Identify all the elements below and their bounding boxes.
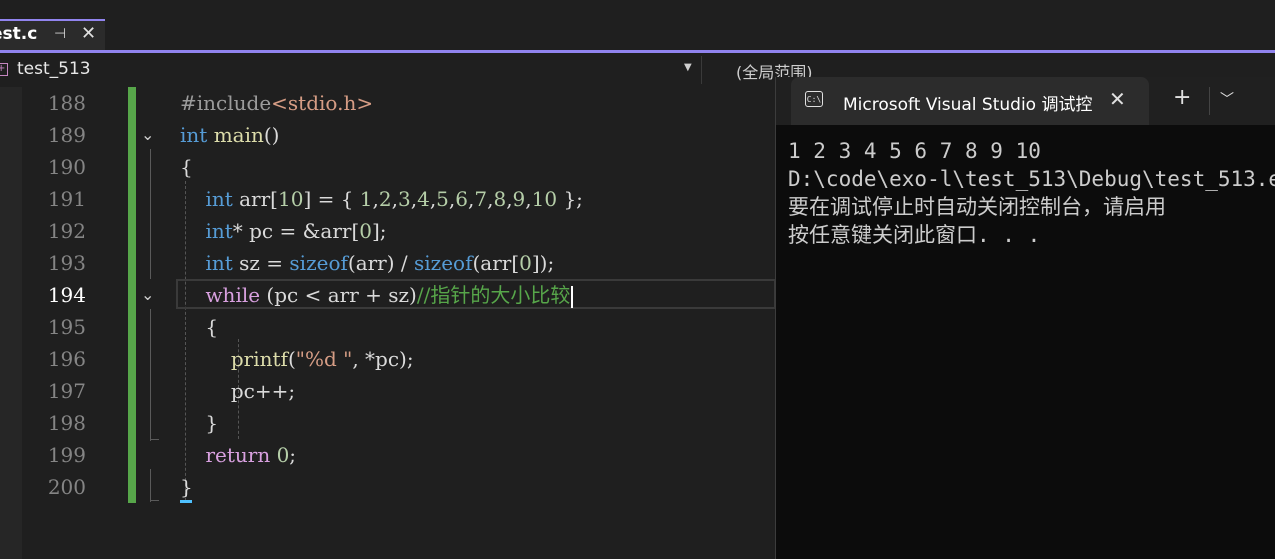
line-number: 195 bbox=[47, 315, 86, 339]
text-caret bbox=[571, 285, 574, 308]
console-line: D:\code\exo-l\test_513\Debug\test_513.ex… bbox=[788, 167, 1275, 191]
close-icon[interactable]: ✕ bbox=[1109, 87, 1126, 111]
console-line: 1 2 3 4 5 6 7 8 9 10 bbox=[788, 139, 1041, 163]
fold-line bbox=[150, 469, 151, 501]
terminal-icon: C:\ bbox=[805, 91, 823, 107]
change-tracking-bar bbox=[128, 87, 136, 503]
fold-end bbox=[150, 439, 159, 441]
line-number: 193 bbox=[47, 251, 86, 275]
line-number-current: 194 bbox=[47, 283, 86, 307]
new-tab-plus-icon[interactable]: + bbox=[1173, 85, 1191, 110]
console-output: 1 2 3 4 5 6 7 8 9 10 D:\code\exo-l\test_5… bbox=[788, 137, 1275, 249]
line-number: 191 bbox=[47, 187, 86, 211]
line-number: 190 bbox=[47, 155, 86, 179]
document-tab[interactable]: est.c ⊣ ✕ bbox=[0, 19, 105, 50]
code-line: } bbox=[180, 475, 193, 499]
console-line: 要在调试停止时自动关闭控制台，请启用 bbox=[788, 195, 1166, 219]
line-number: 196 bbox=[47, 347, 86, 371]
line-number: 192 bbox=[47, 219, 86, 243]
console-title: Microsoft Visual Studio 调试控制台 bbox=[843, 95, 1093, 115]
brace-match-underline bbox=[180, 500, 192, 503]
line-number: 197 bbox=[47, 379, 86, 403]
line-number: 198 bbox=[47, 411, 86, 435]
editor-margin bbox=[0, 87, 22, 559]
code-line: int arr[10] = { 1,2,3,4,5,6,7,8,9,10 }; bbox=[205, 187, 583, 211]
pin-icon[interactable]: ⊣ bbox=[54, 26, 66, 42]
line-number: 199 bbox=[47, 443, 86, 467]
divider bbox=[1209, 87, 1210, 115]
line-number: 188 bbox=[47, 91, 86, 115]
line-number: 189 bbox=[47, 123, 86, 147]
close-icon[interactable]: ✕ bbox=[81, 23, 96, 44]
project-label: test_513 bbox=[17, 59, 91, 79]
code-line: int* pc = &arr[0]; bbox=[205, 219, 387, 243]
debug-console-window[interactable]: C:\ Microsoft Visual Studio 调试控制台 ✕ + ﹀ … bbox=[775, 77, 1275, 559]
fold-line bbox=[150, 309, 151, 439]
code-line: int main() bbox=[180, 123, 280, 147]
code-line: return 0; bbox=[205, 443, 297, 467]
console-titlebar: C:\ Microsoft Visual Studio 调试控制台 ✕ + ﹀ bbox=[776, 77, 1275, 125]
code-line: pc++; bbox=[180, 379, 296, 403]
document-tab-bar: est.c ⊣ ✕ bbox=[0, 0, 1275, 50]
project-dropdown[interactable]: + test_513 ▼ bbox=[0, 56, 702, 84]
dropdown-arrow-icon[interactable]: ▼ bbox=[684, 62, 692, 73]
console-tab[interactable]: C:\ Microsoft Visual Studio 调试控制台 ✕ bbox=[791, 77, 1149, 125]
code-line: { bbox=[180, 315, 219, 339]
code-line: } bbox=[180, 411, 219, 435]
tab-label: est.c bbox=[0, 24, 38, 44]
code-line: #include<stdio.h> bbox=[180, 91, 374, 115]
line-number: 200 bbox=[47, 475, 86, 499]
project-icon: + bbox=[0, 63, 8, 76]
fold-line bbox=[150, 149, 151, 279]
code-line: { bbox=[180, 155, 193, 179]
code-editor[interactable]: 188 189 190 191 192 193 194 195 196 197 … bbox=[0, 87, 775, 559]
code-comment: //指针的大小比较 bbox=[416, 283, 571, 307]
console-line: 按任意键关闭此窗口. . . bbox=[788, 223, 1041, 247]
fold-end bbox=[150, 500, 159, 502]
code-line: int sz = sizeof(arr) / sizeof(arr[0]); bbox=[205, 251, 555, 275]
fold-chevron-icon[interactable]: ⌄ bbox=[141, 279, 154, 311]
fold-chevron-icon[interactable]: ⌄ bbox=[141, 119, 154, 151]
chevron-down-icon[interactable]: ﹀ bbox=[1220, 89, 1234, 109]
code-line: printf("%d ", *pc); bbox=[230, 347, 414, 371]
code-line-current: while (pc < arr + sz)//指针的大小比较 bbox=[180, 279, 574, 311]
